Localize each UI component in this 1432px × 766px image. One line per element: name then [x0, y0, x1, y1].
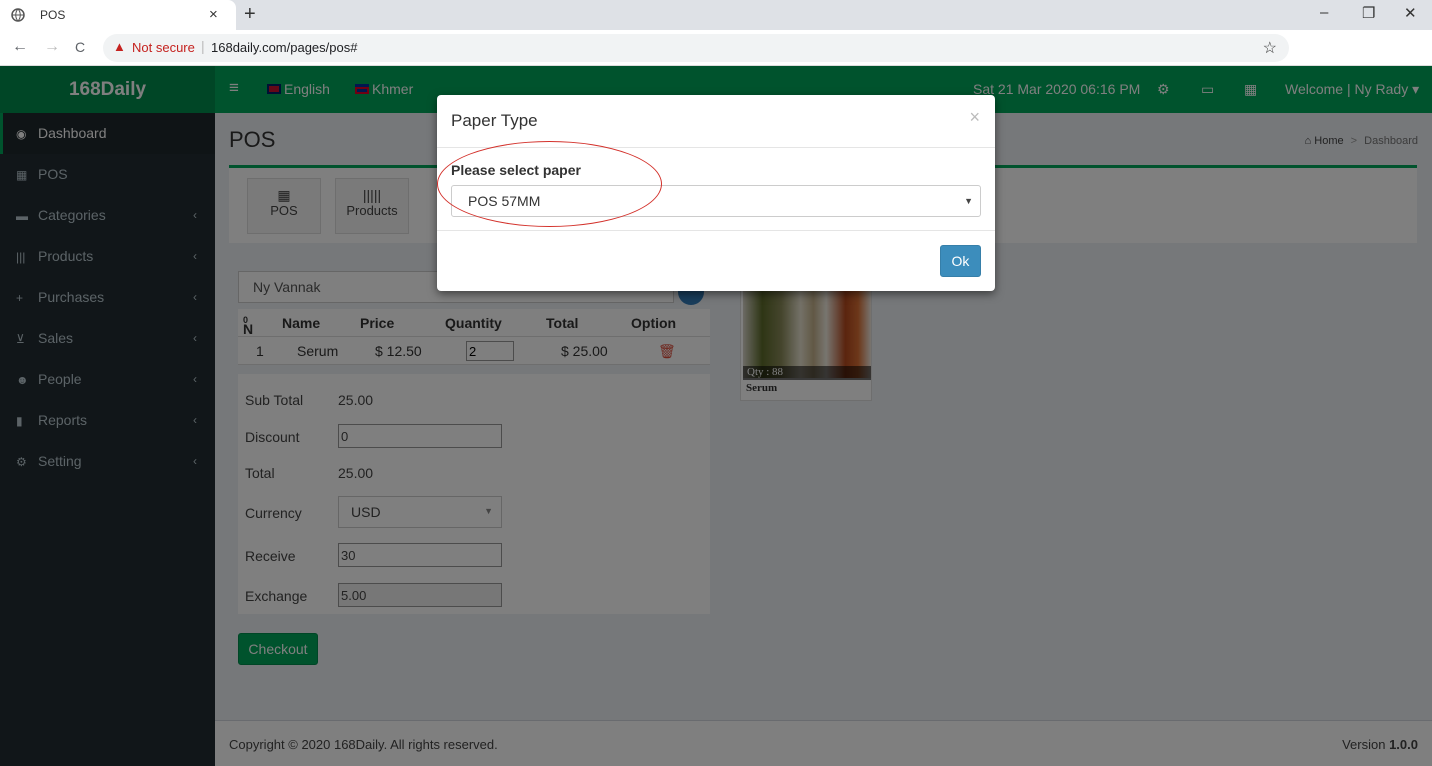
url-text[interactable]: 168daily.com/pages/pos#	[211, 40, 357, 55]
forward-icon[interactable]: →	[44, 38, 60, 56]
address-bar-row: ← → C ▲ Not secure | 168daily.com/pages/…	[0, 30, 1432, 87]
browser-tab[interactable]: POS ×	[0, 0, 236, 30]
chevron-down-icon: ▼	[964, 196, 973, 206]
modal-title: Paper Type	[451, 111, 538, 130]
reload-icon[interactable]: C	[75, 39, 85, 55]
not-secure-label: Not secure	[132, 40, 195, 55]
new-tab-button[interactable]: +	[244, 3, 256, 26]
ok-button[interactable]: Ok	[940, 245, 981, 277]
modal-close-icon[interactable]: ×	[969, 107, 980, 128]
url-separator: |	[201, 38, 205, 54]
globe-icon	[11, 8, 25, 22]
back-icon[interactable]: ←	[12, 38, 28, 56]
tab-title: POS	[40, 8, 66, 22]
url-bar[interactable]: ▲ Not secure | 168daily.com/pages/pos# ☆	[103, 34, 1289, 62]
restore-icon[interactable]: ❐	[1362, 4, 1375, 22]
annotation-ellipse	[437, 141, 662, 227]
close-window-icon[interactable]: ✕	[1404, 4, 1417, 22]
warning-icon: ▲	[113, 39, 126, 54]
tab-close-icon[interactable]: ×	[209, 6, 218, 23]
browser-tab-strip: POS × + – ❐ ✕	[0, 0, 1432, 30]
modal-footer-divider	[437, 230, 995, 231]
bookmark-star-icon[interactable]: ☆	[1263, 38, 1277, 58]
minimize-icon[interactable]: –	[1320, 4, 1328, 21]
